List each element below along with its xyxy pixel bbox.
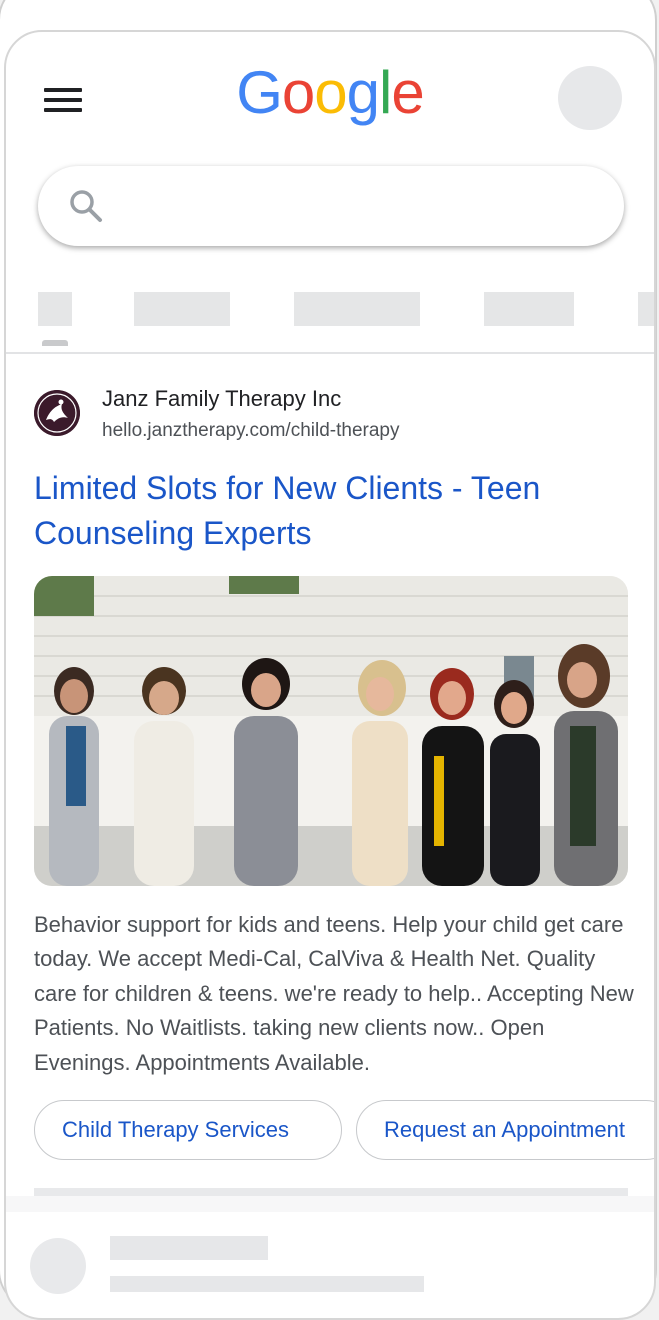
logo-letter: g xyxy=(346,59,380,126)
sitelink-label: Child Therapy Services xyxy=(62,1117,290,1142)
next-result-url-skeleton xyxy=(110,1276,424,1292)
tab-skeleton[interactable] xyxy=(294,292,420,326)
group-photo-image xyxy=(34,576,628,886)
results-gap xyxy=(6,1196,654,1212)
next-result-avatar-skeleton xyxy=(30,1238,86,1294)
next-result-title-skeleton xyxy=(110,1236,268,1260)
sitelink-label: Request an Appointment xyxy=(384,1117,625,1142)
tab-skeleton[interactable] xyxy=(134,292,230,326)
logo-letter: o xyxy=(314,59,347,126)
search-icon xyxy=(70,190,102,222)
advertiser-name[interactable]: Janz Family Therapy Inc xyxy=(102,386,341,412)
tab-skeleton[interactable] xyxy=(484,292,574,326)
logo-letter: o xyxy=(281,59,315,126)
google-logo-letters: Google xyxy=(236,58,425,127)
search-input[interactable] xyxy=(118,184,602,230)
search-box[interactable] xyxy=(38,166,624,246)
advertiser-logo[interactable] xyxy=(34,390,80,436)
logo-letter: l xyxy=(379,59,392,126)
sitelink-child-therapy-services[interactable]: Child Therapy Services xyxy=(34,1100,342,1160)
tab-underline-skeleton xyxy=(42,340,68,346)
account-avatar[interactable] xyxy=(558,66,622,130)
header-divider xyxy=(6,352,654,354)
advertiser-logo-icon xyxy=(34,390,80,436)
tab-skeleton[interactable] xyxy=(38,292,72,326)
sitelink-request-appointment[interactable]: Request an Appointment xyxy=(356,1100,654,1160)
tab-skeleton[interactable] xyxy=(638,292,654,326)
phone-screen: Google Janz Family Therapy Inc hello.jan… xyxy=(4,30,656,1320)
results-separator xyxy=(34,1188,628,1196)
google-logo[interactable]: Google xyxy=(6,58,654,127)
ad-headline-link[interactable]: Limited Slots for New Clients - Teen Cou… xyxy=(34,466,624,556)
logo-letter: G xyxy=(236,59,283,126)
ad-description: Behavior support for kids and teens. Hel… xyxy=(34,912,634,1075)
logo-letter: e xyxy=(391,59,424,126)
ad-display-url[interactable]: hello.janztherapy.com/child-therapy xyxy=(102,420,399,442)
ad-image[interactable] xyxy=(34,576,628,886)
